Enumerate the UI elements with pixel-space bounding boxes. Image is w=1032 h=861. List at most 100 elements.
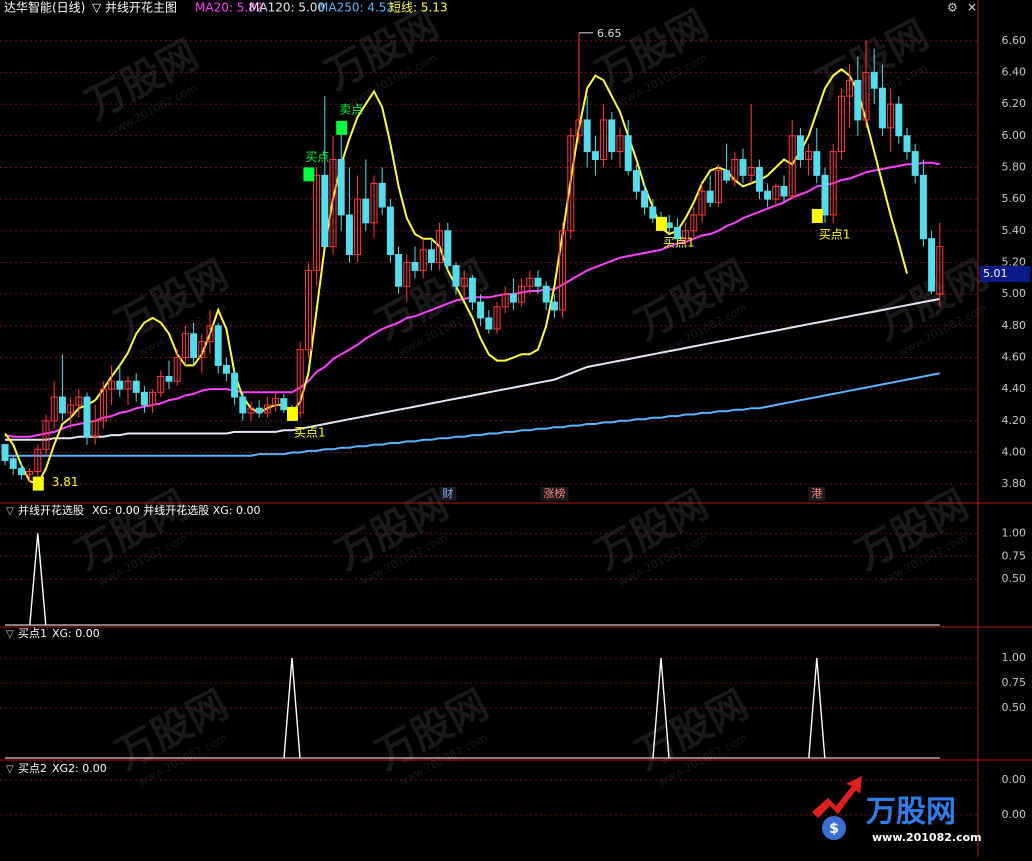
formula-arrow-icon[interactable]: ▽: [92, 1, 102, 15]
candle-body: [452, 265, 460, 287]
close-icon[interactable]: ✕: [967, 1, 977, 15]
candle: [501, 286, 509, 314]
current-price-value: 5.01: [983, 267, 1008, 280]
settings-gear-icon[interactable]: ⚙: [947, 1, 958, 15]
short-line-legend: 短线: 5.13: [389, 1, 448, 15]
panel3-arrow-icon[interactable]: ▽: [6, 764, 14, 775]
candle-body: [9, 458, 17, 469]
candle-body: [485, 317, 493, 330]
candle-body: [764, 190, 772, 200]
candle-body: [813, 151, 821, 176]
buy-marker-label: 3.81: [52, 475, 79, 489]
candle: [91, 404, 99, 445]
candle-body: [608, 119, 616, 153]
event-tag-label: 财: [442, 486, 453, 500]
candle-body: [444, 230, 452, 267]
candle: [157, 370, 165, 398]
candle-body: [468, 277, 476, 303]
candle-body: [116, 380, 124, 390]
candle: [567, 127, 575, 239]
formula-name[interactable]: 并线开花主图: [105, 0, 177, 15]
panel2-title: 买点1: [18, 627, 47, 640]
price-tick-label: 4.00: [1002, 445, 1027, 458]
stock-title[interactable]: 达华智能(日线): [4, 0, 85, 15]
candle-body: [140, 391, 148, 406]
watermark: 万股网www.201082.com: [848, 482, 976, 589]
candle: [132, 373, 140, 402]
candle-body: [739, 159, 747, 176]
candle: [772, 183, 780, 208]
candle-body: [928, 238, 936, 292]
candle: [173, 349, 181, 386]
candle-body: [542, 285, 550, 303]
candle-body: [509, 293, 517, 303]
candle-body: [280, 398, 288, 411]
candle-body: [190, 333, 198, 358]
candle-body: [362, 198, 370, 224]
indicator-tick-label: 0.00: [1002, 808, 1027, 821]
candle: [928, 230, 936, 295]
candle-body: [83, 396, 91, 438]
candle: [805, 143, 813, 176]
candle-body: [534, 277, 542, 287]
brand-logo: $ 万股网 www.201082.com: [812, 776, 982, 844]
panel1-arrow-icon[interactable]: ▽: [6, 506, 14, 517]
candle-body: [132, 380, 140, 393]
logo-brand-text: 万股网: [866, 795, 956, 830]
candle: [222, 357, 230, 382]
ma250-line: [5, 372, 940, 457]
candle-body: [222, 364, 230, 374]
buy-marker-box: [32, 476, 44, 491]
candle: [887, 88, 895, 152]
candle-body: [723, 170, 731, 181]
candle: [813, 127, 821, 184]
candle: [559, 222, 567, 318]
high-price-label: 6.65: [597, 27, 622, 40]
candle: [214, 322, 222, 374]
candle: [280, 393, 288, 413]
candle-body: [591, 151, 599, 161]
candle: [493, 302, 501, 334]
candle: [723, 143, 731, 184]
candle-body: [903, 135, 911, 153]
candle-body: [337, 159, 345, 216]
candle-body: [632, 170, 640, 192]
panel2-arrow-icon[interactable]: ▽: [6, 629, 14, 640]
candle-body: [665, 222, 673, 229]
candle-body: [878, 87, 886, 129]
buy-marker-label: 买点1: [294, 425, 326, 439]
candle-body: [550, 301, 558, 311]
price-tick-label: 6.20: [1002, 97, 1027, 110]
buy-marker-box: [303, 167, 315, 182]
candle-body: [231, 372, 239, 398]
sell-marker-box: [336, 120, 348, 135]
panel1-values: XG: 0.00 并线开花选股 XG: 0.00: [92, 503, 261, 517]
candle-body: [870, 71, 878, 89]
candle: [641, 183, 649, 215]
panel3-title: 买点2: [18, 762, 47, 775]
indicator-tick-label: 1.00: [1002, 526, 1027, 539]
svg-text:$: $: [829, 821, 839, 837]
event-tag-label: 涨榜: [543, 486, 565, 500]
stock-chart-canvas[interactable]: 万股网www.201082.com 万股网www.201082.com 万股网www…: [0, 0, 1032, 857]
candle-body: [165, 375, 173, 382]
candle: [362, 159, 370, 231]
price-tick-label: 5.80: [1002, 160, 1027, 173]
candle: [1, 444, 9, 466]
candle: [608, 112, 616, 160]
candle: [313, 167, 321, 287]
candle: [378, 167, 386, 215]
candle: [395, 246, 403, 295]
candle: [911, 143, 919, 184]
candle: [42, 414, 50, 456]
indicator-tick-label: 0.75: [1002, 676, 1027, 689]
candle: [436, 222, 444, 271]
candle-body: [239, 396, 247, 414]
candle: [116, 365, 124, 398]
current-price-tag: 5.01: [980, 266, 1030, 282]
buy-marker-label: 买点1: [663, 235, 695, 249]
price-tick-label: 4.20: [1002, 414, 1027, 427]
candle: [198, 333, 206, 374]
candle-body: [395, 254, 403, 287]
candle-body: [854, 79, 862, 121]
